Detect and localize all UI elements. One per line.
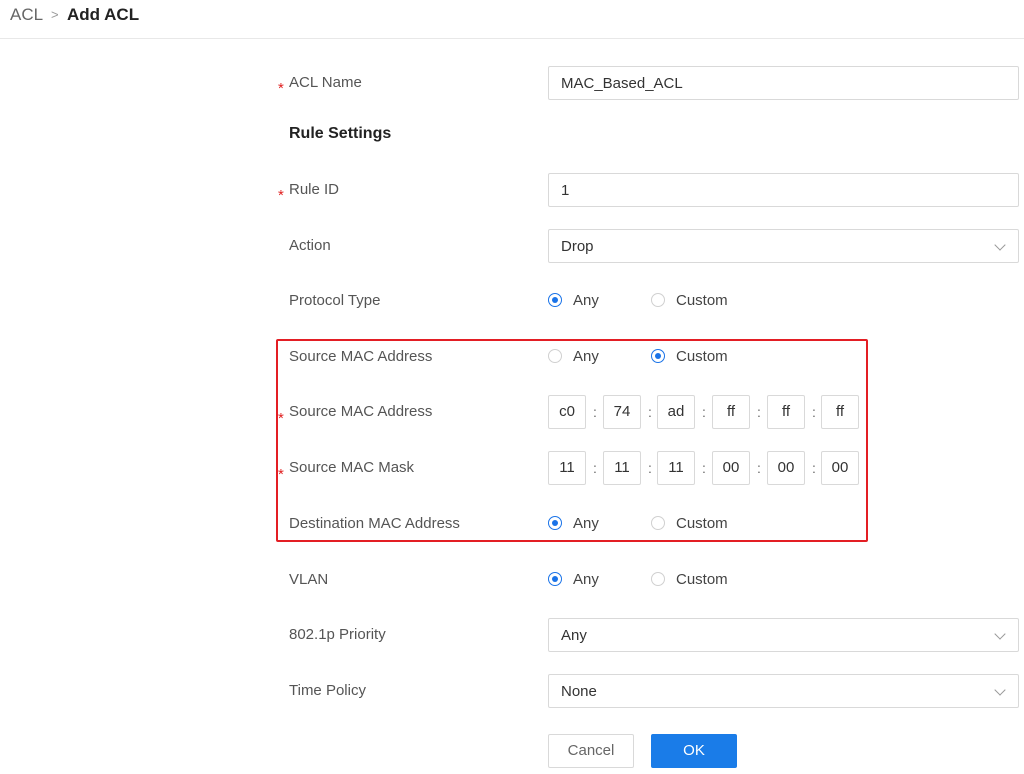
chevron-right-icon: > [51, 7, 59, 22]
colon-separator: : [702, 404, 706, 420]
priority-label: 802.1p Priority [289, 626, 386, 643]
source-mask-octet-5[interactable]: 00 [767, 451, 805, 485]
breadcrumb-current: Add ACL [67, 5, 140, 24]
source-mac-mode-label: Source MAC Address [289, 348, 433, 365]
breadcrumb-acl-link[interactable]: ACL [10, 5, 43, 25]
colon-separator: : [702, 460, 706, 476]
radio-label: Custom [676, 292, 728, 309]
radio-label: Any [573, 292, 599, 309]
radio-unchecked-icon [651, 516, 665, 530]
source-mask-octet-4[interactable]: 00 [712, 451, 750, 485]
priority-select[interactable]: Any [548, 618, 1019, 652]
source-mac-octet-6[interactable]: ff [821, 395, 859, 429]
rule-settings-title: Rule Settings [289, 125, 392, 142]
source-mac-octet-1[interactable]: c0 [548, 395, 586, 429]
rule-id-label: Rule ID [289, 181, 340, 198]
chevron-down-icon [994, 684, 1006, 696]
source-mac-octet-4[interactable]: ff [712, 395, 750, 429]
radio-checked-icon [548, 516, 562, 530]
colon-separator: : [757, 460, 761, 476]
source-mask-octet-3[interactable]: 11 [657, 451, 695, 485]
radio-unchecked-icon [548, 349, 562, 363]
priority-select-value: Any [561, 627, 587, 644]
source-mac-octet-2[interactable]: 74 [603, 395, 641, 429]
source-mac-octet-5[interactable]: ff [767, 395, 805, 429]
required-marker: * [278, 80, 284, 97]
radio-label: Any [573, 348, 599, 365]
radio-label: Custom [676, 571, 728, 588]
source-mask-octet-1[interactable]: 11 [548, 451, 586, 485]
destination-mac-label: Destination MAC Address [289, 515, 460, 532]
colon-separator: : [812, 404, 816, 420]
action-select-value: Drop [561, 238, 594, 255]
radio-checked-icon [548, 572, 562, 586]
protocol-type-label: Protocol Type [289, 292, 381, 309]
radio-checked-icon [651, 349, 665, 363]
action-select[interactable]: Drop [548, 229, 1019, 263]
page-header: ACL > Add ACL [0, 0, 1024, 39]
radio-label: Any [573, 571, 599, 588]
source-mask-octet-2[interactable]: 11 [603, 451, 641, 485]
radio-unchecked-icon [651, 293, 665, 307]
time-policy-select[interactable]: None [548, 674, 1019, 708]
source-mac-octet-3[interactable]: ad [657, 395, 695, 429]
radio-label: Custom [676, 515, 728, 532]
ok-button[interactable]: OK [651, 734, 737, 768]
radio-checked-icon [548, 293, 562, 307]
acl-name-label: ACL Name [289, 74, 362, 91]
time-policy-label: Time Policy [289, 682, 366, 699]
radio-label: Any [573, 515, 599, 532]
colon-separator: : [757, 404, 761, 420]
rule-id-input[interactable] [548, 173, 1019, 207]
chevron-down-icon [994, 628, 1006, 640]
acl-name-input[interactable] [548, 66, 1019, 100]
vlan-label: VLAN [289, 571, 329, 588]
source-mac-mask-label: Source MAC Mask [289, 459, 415, 476]
cancel-button[interactable]: Cancel [548, 734, 634, 768]
source-mac-address-label: Source MAC Address [289, 403, 433, 420]
radio-label: Custom [676, 348, 728, 365]
required-marker: * [278, 466, 284, 483]
source-mask-octet-6[interactable]: 00 [821, 451, 859, 485]
colon-separator: : [593, 404, 597, 420]
required-marker: * [278, 410, 284, 427]
colon-separator: : [648, 404, 652, 420]
colon-separator: : [648, 460, 652, 476]
highlight-box [276, 339, 868, 542]
colon-separator: : [812, 460, 816, 476]
required-marker: * [278, 187, 284, 204]
chevron-down-icon [994, 239, 1006, 251]
colon-separator: : [593, 460, 597, 476]
time-policy-select-value: None [561, 683, 597, 700]
radio-unchecked-icon [651, 572, 665, 586]
action-label: Action [289, 237, 331, 254]
